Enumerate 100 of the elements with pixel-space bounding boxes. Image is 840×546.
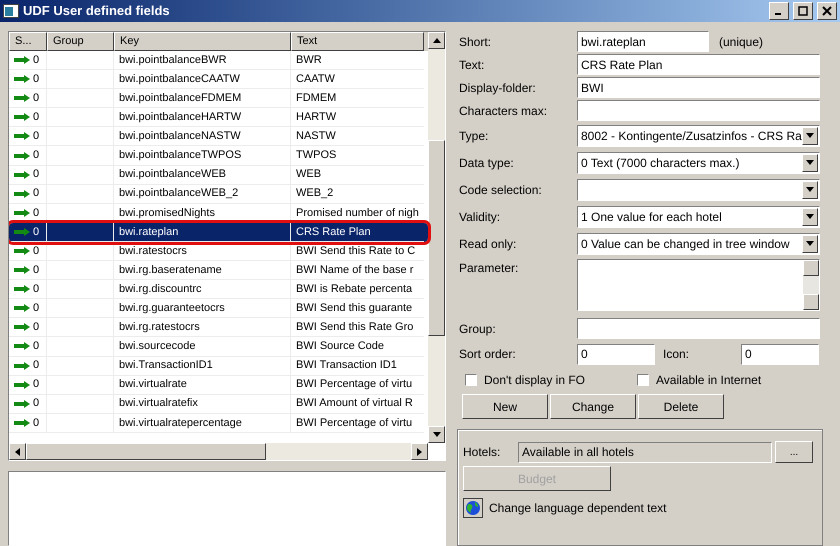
table-cell-text: bwi.rg.guaranteetocrs — [119, 301, 225, 316]
field-label: Text: — [459, 56, 486, 74]
table-cell-text: 0 — [33, 416, 40, 431]
table-cell-text: BWI Percentage of virtu — [296, 377, 412, 392]
text-field[interactable]: BWI — [577, 77, 820, 98]
vertical-scrollbar[interactable] — [428, 32, 445, 443]
field-label: Display-folder: — [459, 80, 537, 96]
window-title: UDF User defined fields — [23, 2, 171, 20]
maximize-icon — [798, 6, 808, 16]
parameter-field[interactable] — [577, 259, 820, 311]
dropdown-field[interactable] — [577, 178, 820, 200]
table-cell-text: bwi.pointbalanceBWR — [119, 52, 227, 68]
dropdown-button[interactable] — [802, 154, 818, 172]
text-field[interactable]: 0 — [741, 344, 819, 364]
table-cell-text: BWI Percentage of virtu — [296, 416, 412, 431]
scroll-down-button[interactable] — [803, 294, 819, 310]
arrow-icon — [14, 208, 30, 217]
field-label: Icon: — [663, 346, 690, 363]
table-row[interactable]: 0 bwi.pointbalanceCAATW CAATW — [9, 70, 428, 90]
column-header[interactable]: Group — [47, 32, 114, 51]
caret-up-icon[interactable] — [432, 38, 440, 43]
table-cell-text: bwi.pointbalanceWEB_2 — [119, 186, 238, 202]
scroll-up-button[interactable] — [803, 260, 819, 276]
table-cell-text: bwi.virtualratefix — [119, 396, 198, 412]
horizontal-scrollbar[interactable] — [9, 443, 428, 460]
table-cell-text: 0 — [33, 320, 40, 336]
maximize-button[interactable] — [793, 2, 813, 20]
table-row[interactable]: 0 bwi.rg.baseratename BWI Name of the base r — [9, 261, 428, 280]
checkbox[interactable] — [637, 374, 649, 386]
dropdown-field[interactable]: 0 Text (7000 characters max.) — [577, 152, 820, 174]
dropdown-field[interactable]: 8002 - Kontingente/Zusatzinfos - CRS Ra — [577, 124, 820, 146]
table-cell-text: BWR — [296, 52, 322, 68]
dropdown-button[interactable] — [802, 208, 818, 226]
table-row[interactable]: 0 bwi.pointbalanceNASTW NASTW — [9, 127, 428, 146]
action-button[interactable]: Change — [550, 394, 636, 419]
table-row[interactable]: 0 bwi.TransactionID1 BWI Transaction ID1 — [9, 356, 428, 376]
minimize-button[interactable] — [769, 2, 789, 20]
text-field[interactable] — [577, 318, 820, 339]
language-link[interactable]: Change language dependent text — [489, 499, 666, 517]
dropdown-button[interactable] — [802, 126, 818, 144]
table-cell-text: 0 — [33, 301, 40, 316]
caret-right-icon[interactable] — [417, 448, 422, 456]
column-header[interactable]: Key — [114, 32, 291, 51]
caret-down-icon[interactable] — [432, 432, 440, 437]
dropdown-field[interactable]: 0 Value can be changed in tree window — [577, 232, 820, 254]
field-label: Type: — [459, 128, 490, 144]
table-row[interactable]: 0 bwi.rateplan CRS Rate Plan — [9, 222, 428, 242]
table-row[interactable]: 0 bwi.rg.discountrc BWI is Rebate percenta — [9, 280, 428, 300]
dropdown-button[interactable] — [802, 180, 818, 198]
table-row[interactable]: 0 bwi.virtualrate BWI Percentage of virtu — [9, 376, 428, 395]
arrow-icon — [14, 152, 30, 160]
text-field[interactable]: CRS Rate Plan — [577, 54, 820, 75]
table-cell-text: CAATW — [296, 72, 335, 87]
arrow-icon — [14, 246, 30, 255]
table-cell-text: NASTW — [296, 129, 336, 144]
table-row[interactable]: 0 bwi.pointbalanceWEB WEB — [9, 166, 428, 185]
table-row[interactable]: 0 bwi.pointbalanceBWR BWR — [9, 51, 428, 70]
table-row[interactable]: 0 bwi.rg.guaranteetocrs BWI Send this guarante — [9, 299, 428, 318]
globe-icon[interactable] — [463, 498, 483, 518]
table-cell-text: HARTW — [296, 110, 336, 126]
caret-left-icon[interactable] — [15, 448, 20, 456]
table-row[interactable]: 0 bwi.virtualratepercentage BWI Percentage of virtu — [9, 414, 428, 433]
text-field[interactable]: bwi.rateplan — [577, 31, 709, 52]
arrow-icon — [14, 400, 30, 408]
table-row[interactable]: 0 bwi.pointbalanceTWPOS TWPOS — [9, 146, 428, 166]
checkbox-label: Available in Internet — [656, 372, 762, 389]
table-row[interactable]: 0 bwi.rg.ratestocrs BWI Send this Rate Gro — [9, 318, 428, 338]
text-field[interactable]: 0 — [577, 344, 655, 364]
close-button[interactable] — [817, 2, 837, 20]
unique-note: (unique) — [719, 34, 764, 50]
table-cell-text: bwi.TransactionID1 — [119, 358, 213, 374]
scrollbar[interactable] — [803, 260, 819, 310]
caret-icon — [806, 133, 814, 138]
window-icon — [3, 4, 19, 18]
caret-icon — [806, 160, 814, 165]
checkbox[interactable] — [465, 374, 477, 386]
table-row[interactable]: 0 bwi.ratestocrs BWI Send this Rate to C — [9, 242, 428, 262]
hotels-field: Available in all hotels — [518, 442, 772, 462]
table-row[interactable]: 0 bwi.virtualratefix BWI Amount of virtual R — [9, 394, 428, 414]
field-label: Code selection: — [459, 182, 543, 198]
column-header[interactable]: Text — [291, 32, 424, 51]
dropdown-field[interactable]: 1 One value for each hotel — [577, 206, 820, 228]
table-cell-text: 0 — [33, 358, 40, 374]
dropdown-button[interactable] — [802, 234, 818, 252]
action-button[interactable]: New — [462, 394, 548, 419]
column-header[interactable]: S... — [9, 32, 47, 51]
arrow-icon — [14, 380, 30, 389]
arrow-icon — [14, 285, 30, 294]
table-row[interactable]: 0 bwi.pointbalanceHARTW HARTW — [9, 108, 428, 128]
table-cell-text: 0 — [33, 110, 40, 126]
table-cell-text: BWI Send this guarante — [296, 301, 412, 316]
table-cell-text: bwi.promisedNights — [119, 206, 215, 221]
table-row[interactable]: 0 bwi.sourcecode BWI Source Code — [9, 337, 428, 356]
table-cell-text: Promised number of nigh — [296, 206, 419, 221]
browse-button[interactable]: ... — [775, 441, 813, 463]
table-row[interactable]: 0 bwi.pointbalanceFDMEM FDMEM — [9, 89, 428, 108]
text-field[interactable] — [577, 100, 820, 121]
action-button[interactable]: Delete — [638, 394, 724, 419]
table-row[interactable]: 0 bwi.pointbalanceWEB_2 WEB_2 — [9, 184, 428, 204]
arrow-icon — [14, 266, 30, 274]
